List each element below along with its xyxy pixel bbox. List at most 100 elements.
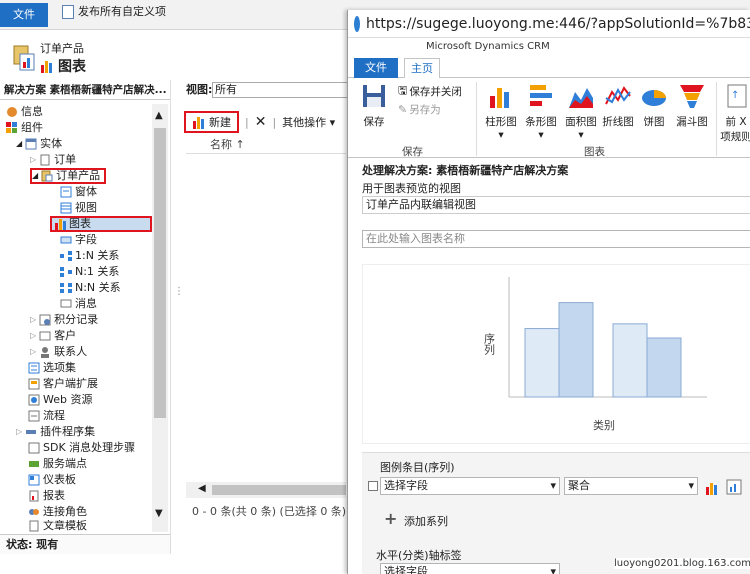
tree-item-order[interactable]: ▷ 订单 (30, 152, 76, 168)
contact-icon (41, 347, 50, 358)
form-icon (60, 186, 72, 198)
line-chart-button[interactable]: 折线图 (602, 82, 634, 129)
tree-item-article-templates[interactable]: 文章模板 (28, 520, 87, 532)
expand-arrow-icon[interactable]: ▷ (30, 312, 36, 328)
tree-item-dashboards[interactable]: 仪表板 (28, 472, 76, 488)
status-bar: 状态: 现有 (0, 534, 170, 554)
preview-view-label: 用于图表预览的视图 (362, 182, 461, 195)
designer-body: 处理解决方案: 素梧梧新疆特产店解决方案 用于图表预览的视图 订单产品内联编辑视… (348, 160, 750, 574)
add-icon[interactable]: + (384, 509, 397, 528)
new-button[interactable]: 新建 (184, 111, 239, 133)
tree-item-entities[interactable]: ◢ 实体 (16, 136, 62, 152)
tab-home[interactable]: 主页 (404, 58, 440, 79)
collapse-arrow-icon[interactable]: ◢ (32, 168, 38, 184)
solution-tree: 信息 组件 ◢ 实体 ▷ 订单 ◢ 订单产品 窗体 视图 图表 字段 1:N 关系 N… (0, 104, 152, 532)
chart-designer-window: https://sugege.luoyong.me:446/?appSoluti… (347, 10, 750, 574)
tree-item-optionsets[interactable]: 选项集 (28, 360, 76, 376)
tree-item-components[interactable]: 组件 (6, 120, 43, 136)
add-series-link[interactable]: 添加系列 (404, 513, 448, 529)
tree-item-n1-relations[interactable]: N:1 关系 (60, 264, 119, 280)
optionset-icon (28, 362, 40, 374)
funnel-chart-button[interactable]: 漏斗图 (674, 82, 710, 129)
grid-column-header[interactable]: 名称 ↑ (186, 136, 346, 154)
file-tab[interactable]: 文件 (0, 3, 48, 27)
tree-item-endpoints[interactable]: 服务端点 (28, 456, 87, 472)
series-chart-type-icon[interactable] (704, 479, 720, 495)
article-template-icon (29, 520, 39, 532)
tree-item-fields[interactable]: 字段 (60, 232, 97, 248)
tree-item-client-ext[interactable]: 客户端扩展 (28, 376, 98, 392)
tree-item-charts[interactable]: 图表 (50, 216, 152, 232)
funnel-chart-icon (680, 85, 704, 108)
area-chart-button[interactable]: 面积图 ▾ (562, 82, 600, 141)
tree-item-connection-roles[interactable]: 连接角色 (28, 504, 87, 520)
tree-item-sdk-steps[interactable]: SDK 消息处理步骤 (28, 440, 135, 456)
tree-item-processes[interactable]: 流程 (28, 408, 65, 424)
scrollbar-thumb[interactable] (154, 128, 166, 418)
endpoint-icon (29, 461, 39, 467)
series-field-select[interactable]: 选择字段 ▾ (380, 477, 560, 495)
tree-item-customer[interactable]: ▷ 客户 (30, 328, 76, 344)
series-checkbox[interactable] (368, 481, 378, 491)
tree-item-plugins[interactable]: ▷ 插件程序集 (16, 424, 95, 440)
splitter-grip-icon[interactable]: ⋮ (174, 287, 184, 297)
delete-icon[interactable]: ✕ (255, 114, 267, 130)
bar-chart-button[interactable]: 条形图 ▾ (522, 82, 560, 141)
pie-chart-button[interactable]: 饼图 (638, 82, 670, 129)
relation-icon (60, 283, 72, 293)
chart-bar-4 (646, 337, 682, 398)
expand-arrow-icon[interactable]: ▷ (16, 424, 22, 440)
sdk-step-icon (28, 442, 40, 454)
tab-file[interactable]: 文件 (354, 58, 398, 78)
process-icon (28, 410, 40, 422)
tree-item-messages[interactable]: 消息 (60, 296, 97, 312)
series-options-icon[interactable] (726, 479, 742, 495)
collapse-arrow-icon[interactable]: ◢ (16, 136, 22, 152)
aggregate-select[interactable]: 聚合 ▾ (564, 477, 698, 495)
tree-item-contact[interactable]: ▷ 联系人 (30, 344, 87, 360)
tree-item-views[interactable]: 视图 (60, 200, 97, 216)
axis-field-select[interactable]: 选择字段 ▾ (380, 563, 560, 574)
scroll-down-icon[interactable]: ▼ (155, 508, 163, 519)
save-close-icon: 🖫 (398, 84, 408, 97)
tree-item-forms[interactable]: 窗体 (60, 184, 97, 200)
tree-item-points[interactable]: ▷ 积分记录 (30, 312, 98, 328)
tree-item-1n-relations[interactable]: 1:N 关系 (60, 248, 119, 264)
chart-preview: 序列 类别 (362, 264, 750, 444)
chart-group-label: 图表 (584, 146, 605, 158)
save-button[interactable]: 保存 (356, 82, 392, 129)
tree-item-reports[interactable]: 报表 (28, 488, 65, 504)
address-bar[interactable]: https://sugege.luoyong.me:446/?appSoluti… (348, 10, 750, 38)
tree-item-nn-relations[interactable]: N:N 关系 (60, 280, 121, 296)
tree-item-info[interactable]: 信息 (6, 104, 43, 120)
scrollbar-thumb[interactable] (212, 485, 346, 495)
web-resource-icon (28, 394, 40, 406)
expand-arrow-icon[interactable]: ▷ (30, 328, 36, 344)
chart-bar-3 (612, 323, 648, 398)
preview-view-select[interactable]: 订单产品内联编辑视图 (362, 196, 750, 214)
publish-all-button[interactable]: 发布所有自定义项 (62, 3, 166, 21)
publish-label: 发布所有自定义项 (78, 5, 166, 18)
view-icon (60, 202, 72, 214)
expand-arrow-icon[interactable]: ▷ (30, 152, 36, 168)
grid-hscrollbar[interactable]: ◀ (186, 482, 346, 498)
chart-name-input[interactable]: 在此处输入图表名称 (362, 230, 750, 248)
save-as-button[interactable]: ✎ 另存为 (398, 102, 441, 117)
scroll-left-icon[interactable]: ◀ (198, 483, 206, 494)
page-title: 图表 (58, 59, 86, 75)
tree-scrollbar[interactable]: ▲ ▼ (152, 104, 168, 532)
relation-icon (60, 267, 72, 277)
expand-arrow-icon[interactable]: ▷ (30, 344, 36, 360)
ribbon: 保存 🖫 保存并关闭 ✎ 另存为 保存 柱形图 ▾ 条形图 ▾ 面积图 ▾ 折线… (348, 78, 750, 158)
toolbar-separator: | (272, 115, 277, 129)
scroll-up-icon[interactable]: ▲ (155, 110, 163, 121)
pane-splitter[interactable]: ⋮ (170, 80, 184, 554)
view-select[interactable]: 所有 (212, 82, 352, 98)
tree-item-web-resources[interactable]: Web 资源 (28, 392, 92, 408)
column-chart-button[interactable]: 柱形图 ▾ (482, 82, 520, 141)
top-rules-button[interactable]: ↑ 前 X 项规则 (720, 82, 750, 144)
tree-item-order-product[interactable]: ◢ 订单产品 (30, 168, 107, 184)
save-close-button[interactable]: 🖫 保存并关闭 (398, 82, 462, 101)
more-actions-button[interactable]: 其他操作 ▾ (282, 114, 335, 130)
points-icon (39, 314, 51, 326)
